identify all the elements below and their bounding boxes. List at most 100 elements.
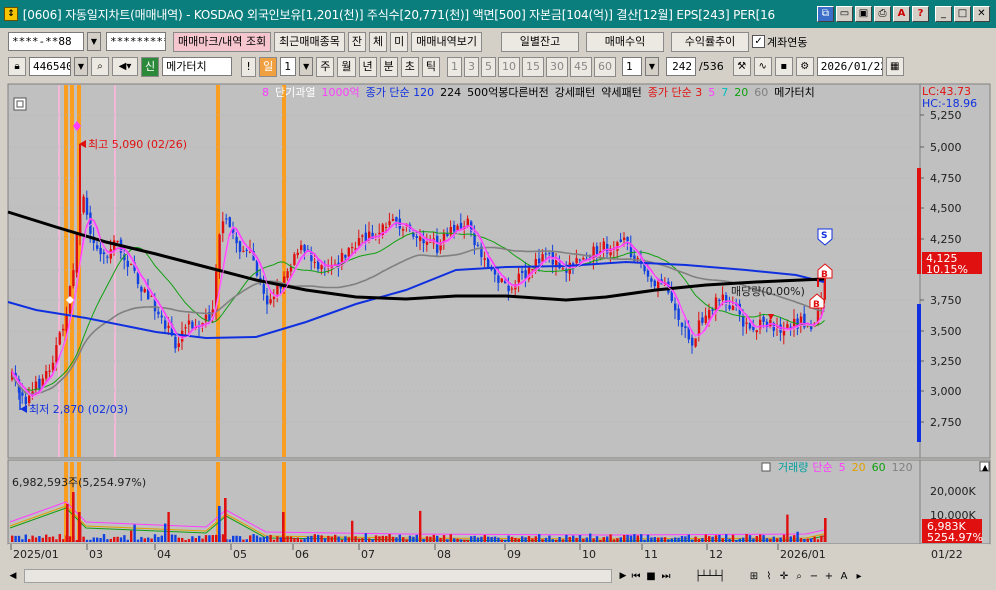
indicator-icon[interactable]: ∿ — [753, 57, 772, 76]
next-page-icon[interactable]: ⏭ — [660, 571, 672, 582]
interval-button-1[interactable]: 1 — [447, 56, 462, 77]
screen-icon[interactable]: ▣ — [855, 6, 872, 22]
price-range-bar-up — [917, 168, 921, 274]
volume-bar — [657, 537, 660, 542]
password-field[interactable]: ********* — [106, 32, 166, 51]
time-axis-label: 2026/01 — [780, 548, 826, 561]
volume-bar — [687, 534, 690, 542]
settings-icon[interactable]: ⚙ — [795, 57, 814, 76]
minus-icon[interactable]: − — [808, 571, 820, 582]
period-year-button[interactable]: 년 — [358, 56, 377, 77]
candle-body — [402, 229, 405, 231]
zoom-slider-icon[interactable]: ├┴┴┴┤ — [675, 571, 745, 582]
candle-body — [497, 275, 500, 283]
close-button[interactable]: ✕ — [973, 6, 990, 22]
interval-button-60[interactable]: 60 — [594, 56, 616, 77]
interval-button-45[interactable]: 45 — [570, 56, 592, 77]
interval-button-5[interactable]: 5 — [481, 56, 496, 77]
title-bar: ↕ [0606] 자동일지차트(매매내역) - KOSDAQ 외국인보유[1,2… — [0, 0, 996, 28]
code-dropdown-icon[interactable]: ▼ — [74, 57, 88, 76]
period-day-button[interactable]: 일 — [259, 56, 278, 77]
print-icon[interactable]: ⎙ — [874, 6, 891, 22]
more-icon[interactable]: ▸ — [853, 571, 865, 582]
volume-bar — [293, 537, 296, 542]
tools-icon[interactable]: ⚒ — [732, 57, 751, 76]
account-dropdown-icon[interactable]: ▼ — [87, 32, 101, 51]
volume-bar — [34, 537, 38, 542]
candle-body — [694, 338, 697, 347]
account-field[interactable]: ****-**88 — [8, 32, 84, 51]
time-axis-label: 04 — [157, 548, 171, 561]
volume-bar — [92, 537, 95, 542]
period-tick-button[interactable]: 틱 — [421, 56, 440, 77]
scroll-track[interactable] — [24, 569, 612, 583]
chart-tools: ⏮ ■ ⏭ ├┴┴┴┤ ⊞ ⌇ ✛ ⌕ − + A ▸ — [630, 571, 865, 582]
volume-bar — [150, 538, 153, 542]
interval-button-15[interactable]: 15 — [522, 56, 544, 77]
scroll-right-icon[interactable]: ▶ — [616, 568, 630, 584]
period-second-button[interactable]: 초 — [400, 56, 419, 77]
time-axis-label: 06 — [295, 548, 309, 561]
stop-icon[interactable]: ■ — [645, 571, 657, 582]
count-field[interactable]: 242 — [666, 57, 696, 76]
text-icon[interactable]: A — [838, 571, 850, 582]
date-field[interactable]: 2026/01/22 — [816, 57, 883, 76]
layout-icon[interactable]: ⊞ — [748, 571, 760, 582]
period-minute-button[interactable]: 분 — [379, 56, 398, 77]
volume-bar — [402, 537, 405, 542]
trade-mark-query-button[interactable]: 매매마크/내역 조회 — [173, 31, 272, 52]
period-month-button[interactable]: 월 — [337, 56, 356, 77]
checkbox-box[interactable]: ✓ — [752, 35, 766, 48]
volume-bar — [497, 537, 500, 542]
alert-button[interactable]: ! — [241, 56, 257, 77]
trade-profit-button[interactable]: 매매수익 — [586, 31, 665, 52]
interval-button-30[interactable]: 30 — [546, 56, 568, 77]
stock-chart[interactable]: 8 단기과열 1000억 종가 단순 120 224 500억봉다른버전 강세패턴 약세패턴 종… — [6, 82, 992, 564]
period-count-field[interactable]: 1 — [280, 57, 297, 76]
interval-select[interactable]: 1 — [622, 57, 642, 76]
interval-button-10[interactable]: 10 — [498, 56, 520, 77]
prev-page-icon[interactable]: ⏮ — [630, 571, 642, 582]
filled-button[interactable]: 체 — [369, 31, 388, 52]
account-link-checkbox[interactable]: ✓ 계좌연동 — [752, 34, 808, 50]
minimize-panel-icon[interactable]: ▭ — [836, 6, 853, 22]
volume-legend-ma: 60 — [872, 461, 886, 474]
font-icon[interactable]: A — [893, 6, 910, 22]
stock-code-field[interactable]: 446540 — [29, 57, 71, 76]
lock-icon[interactable]: 🔒︎ — [8, 57, 26, 76]
save-icon[interactable]: ▪ — [774, 57, 793, 76]
volume-bar — [609, 534, 612, 542]
volume-bar — [463, 539, 466, 542]
volume-settings-icon[interactable] — [761, 462, 771, 472]
volume-bar — [446, 539, 449, 542]
speaker-icon[interactable]: ◀▾ — [112, 57, 138, 76]
period-week-button[interactable]: 주 — [316, 56, 335, 77]
chart-settings-icon[interactable] — [13, 97, 27, 111]
volume-bar — [381, 535, 384, 542]
interval-button-3[interactable]: 3 — [464, 56, 479, 77]
calendar-icon[interactable]: ▦ — [885, 57, 904, 76]
zoom-in-icon[interactable]: ⌕ — [793, 571, 805, 582]
daily-balance-button[interactable]: 일별잔고 — [501, 31, 580, 52]
chart-scrollbar[interactable]: ◀ ▶ ⏮ ■ ⏭ ├┴┴┴┤ ⊞ ⌇ ✛ ⌕ − + A ▸ — [6, 566, 992, 586]
help-icon[interactable]: ? — [912, 6, 929, 22]
unfilled-button[interactable]: 미 — [390, 31, 409, 52]
candle-body — [164, 320, 167, 329]
volume-bar — [442, 535, 446, 542]
period-dropdown-icon[interactable]: ▼ — [299, 57, 314, 76]
recent-trades-button[interactable]: 최근매매종목 — [274, 31, 345, 52]
search-icon[interactable]: ⌕ — [91, 57, 109, 76]
draw-icon[interactable]: ⌇ — [763, 571, 775, 582]
time-axis-label: 2025/01 — [13, 548, 59, 561]
volume-bar — [555, 539, 558, 542]
yield-trend-button[interactable]: 수익률추이 — [671, 31, 750, 52]
plus-icon[interactable]: + — [823, 571, 835, 582]
minimize-button[interactable]: _ — [935, 6, 952, 22]
scroll-left-icon[interactable]: ◀ — [6, 568, 20, 584]
interval-dropdown-icon[interactable]: ▼ — [645, 57, 659, 76]
cross-icon[interactable]: ✛ — [778, 571, 790, 582]
maximize-button[interactable]: □ — [954, 6, 971, 22]
link-window-icon[interactable]: ⧉ — [817, 6, 834, 22]
balance-button[interactable]: 잔 — [347, 31, 367, 52]
trade-history-button[interactable]: 매매내역보기 — [411, 31, 483, 52]
